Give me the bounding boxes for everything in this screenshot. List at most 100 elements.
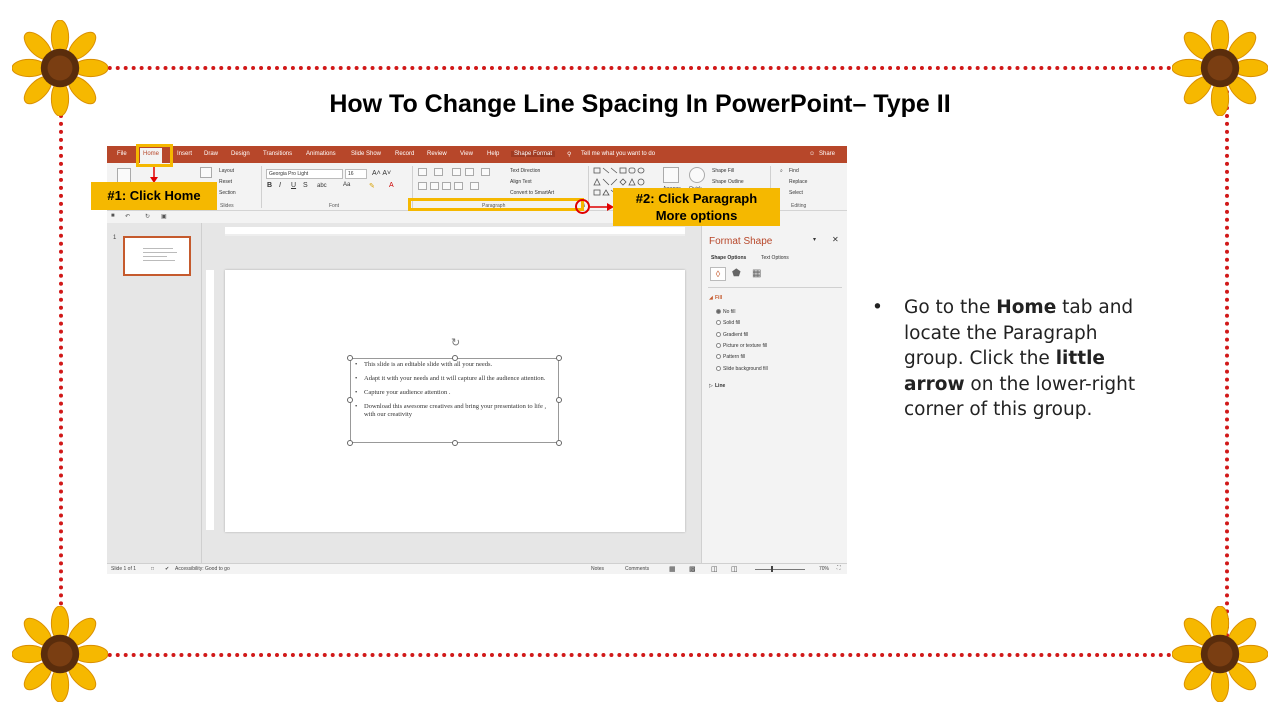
slideshow-view-icon[interactable]: ◫	[731, 565, 738, 573]
fill-option-picture[interactable]: Picture or texture fill	[716, 343, 767, 349]
fill-expand-icon[interactable]: ◢	[709, 295, 713, 301]
undo-icon[interactable]: ↶	[125, 213, 130, 220]
tab-draw[interactable]: Draw	[204, 151, 218, 157]
shape-outline-button[interactable]: Shape Outline	[712, 179, 744, 185]
resize-handle[interactable]	[556, 397, 562, 403]
fill-option-no-fill[interactable]: No fill	[716, 309, 736, 315]
convert-smartart-button[interactable]: Convert to SmartArt	[510, 190, 554, 196]
font-name-select[interactable]: Georgia Pro Light	[266, 169, 343, 179]
columns-icon[interactable]	[470, 182, 479, 190]
tab-animations[interactable]: Animations	[306, 151, 336, 157]
tab-insert[interactable]: Insert	[177, 151, 192, 157]
resize-handle[interactable]	[347, 440, 353, 446]
tab-text-options[interactable]: Text Options	[761, 255, 789, 261]
tab-review[interactable]: Review	[427, 151, 447, 157]
tab-file[interactable]: File	[117, 151, 127, 157]
redo-icon[interactable]: ↻	[145, 213, 150, 220]
justify-icon[interactable]	[454, 182, 463, 190]
italic-icon[interactable]: I	[279, 182, 281, 189]
tab-shape-format[interactable]: Shape Format	[511, 151, 556, 157]
resize-handle[interactable]	[556, 440, 562, 446]
quick-styles-icon[interactable]	[689, 167, 705, 183]
layout-button[interactable]: Layout	[219, 168, 234, 174]
text-direction-button[interactable]: Text Direction	[510, 168, 540, 174]
line-heading[interactable]: Line	[715, 383, 725, 389]
tab-shape-options[interactable]: Shape Options	[711, 255, 746, 261]
fill-option-pattern[interactable]: Pattern fill	[716, 354, 745, 360]
find-button[interactable]: Find	[789, 168, 799, 174]
change-case-icon[interactable]: Aa	[343, 182, 350, 188]
fit-to-window-icon[interactable]: ⛶	[837, 565, 841, 571]
bold-icon[interactable]: B	[267, 182, 272, 189]
select-button[interactable]: Select	[789, 190, 803, 196]
resize-handle[interactable]	[452, 440, 458, 446]
group-label-font: Font	[329, 203, 340, 209]
notes-button[interactable]: Notes	[591, 566, 604, 572]
align-center-icon[interactable]	[430, 182, 439, 190]
fill-option-gradient[interactable]: Gradient fill	[716, 332, 748, 338]
tab-transitions[interactable]: Transitions	[263, 151, 292, 157]
fill-heading[interactable]: Fill	[715, 295, 722, 301]
resize-handle[interactable]	[452, 355, 458, 361]
normal-view-icon[interactable]: ▦	[669, 565, 676, 573]
line-expand-icon[interactable]: ▷	[709, 383, 713, 389]
strikethrough-icon[interactable]: S	[303, 182, 308, 189]
fill-option-slide-background[interactable]: Slide background fill	[716, 366, 768, 372]
font-color-icon[interactable]: A	[389, 182, 394, 189]
close-icon[interactable]: ✕	[832, 235, 839, 244]
page-title: How To Change Line Spacing In PowerPoint…	[329, 90, 951, 118]
tab-design[interactable]: Design	[231, 151, 250, 157]
new-slide-icon[interactable]	[200, 167, 212, 178]
fill-option-solid[interactable]: Solid fill	[716, 320, 740, 326]
comments-button[interactable]: Comments	[625, 566, 649, 572]
reading-view-icon[interactable]: ◫	[711, 565, 718, 573]
arrange-icon[interactable]	[663, 167, 679, 183]
tell-me-search[interactable]: Tell me what you want to do	[581, 151, 655, 157]
numbering-icon[interactable]	[434, 168, 443, 176]
decrease-indent-icon[interactable]	[452, 168, 461, 176]
rotate-handle-icon[interactable]: ↻	[451, 336, 460, 349]
reset-button[interactable]: Reset	[219, 179, 232, 185]
section-button[interactable]: Section	[219, 190, 236, 196]
fill-line-icon[interactable]: ◊	[710, 267, 726, 281]
tab-slide-show[interactable]: Slide Show	[351, 151, 381, 157]
shape-fill-button[interactable]: Shape Fill	[712, 168, 734, 174]
text-box[interactable]: This slide is an editable slide with all…	[350, 358, 559, 443]
spellcheck-icon[interactable]: □	[151, 566, 154, 572]
font-size-select[interactable]: 16	[345, 169, 367, 179]
zoom-slider-thumb[interactable]	[771, 566, 773, 572]
align-text-button[interactable]: Align Text	[510, 179, 532, 185]
tab-help[interactable]: Help	[487, 151, 499, 157]
size-properties-icon[interactable]: ▦	[752, 268, 761, 279]
underline-icon[interactable]: U	[291, 182, 296, 189]
line-spacing-icon[interactable]	[481, 168, 490, 176]
zoom-level[interactable]: 70%	[819, 566, 829, 572]
paragraph-group-highlight	[408, 198, 584, 211]
align-left-icon[interactable]	[418, 182, 427, 190]
slide-thumbnail[interactable]	[123, 236, 191, 276]
increase-indent-icon[interactable]	[465, 168, 474, 176]
instruction-bold: Home	[996, 297, 1057, 318]
accessibility-status[interactable]: Accessibility: Good to go	[175, 566, 230, 572]
resize-handle[interactable]	[347, 397, 353, 403]
slide-canvas[interactable]: ↻ This slide is an editable slide with a…	[225, 270, 685, 532]
tab-record[interactable]: Record	[395, 151, 414, 157]
arrow-down-icon	[150, 167, 158, 183]
replace-button[interactable]: Replace	[789, 179, 807, 185]
slide-sorter-icon[interactable]: ▩	[689, 565, 696, 573]
resize-handle[interactable]	[347, 355, 353, 361]
resize-handle[interactable]	[556, 355, 562, 361]
align-right-icon[interactable]	[442, 182, 451, 190]
share-button[interactable]: Share	[819, 151, 835, 157]
start-slideshow-icon[interactable]: ▣	[161, 213, 167, 220]
pane-options-icon[interactable]: ▾	[813, 236, 816, 243]
highlight-icon[interactable]: ✎	[369, 182, 375, 190]
save-icon[interactable]: ■	[111, 213, 115, 219]
effects-icon[interactable]: ⬟	[732, 268, 741, 279]
zoom-slider[interactable]	[755, 569, 805, 570]
bullets-icon[interactable]	[418, 168, 427, 176]
grow-font-icon[interactable]: A˄ A˅	[372, 170, 391, 177]
char-spacing-icon[interactable]: abc	[317, 183, 327, 189]
tab-view[interactable]: View	[460, 151, 473, 157]
vertical-ruler	[206, 270, 214, 530]
